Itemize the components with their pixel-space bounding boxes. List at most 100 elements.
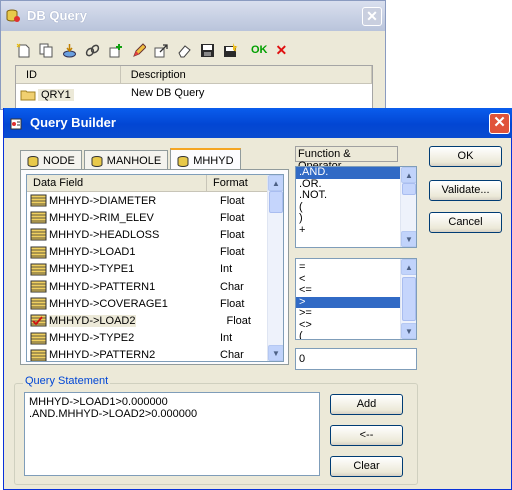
data-field-name: MHHYD->TYPE2 xyxy=(49,332,135,345)
data-field-name: MHHYD->COVERAGE1 xyxy=(49,297,168,310)
comparison-operator-item[interactable]: = xyxy=(296,262,400,274)
field-icon xyxy=(30,297,47,310)
scroll-up-button[interactable]: ▲ xyxy=(268,175,283,191)
cancel-toolbar-button[interactable]: ✕ xyxy=(276,42,288,59)
new-icon[interactable] xyxy=(15,42,32,59)
data-field-header: Data Field Format xyxy=(27,175,283,192)
scroll-thumb[interactable] xyxy=(269,191,283,213)
cancel-button[interactable]: Cancel xyxy=(429,212,502,233)
function-operator-item[interactable]: .AND. xyxy=(296,167,400,179)
query-statement-label: Query Statement xyxy=(23,375,111,387)
data-field-name: MHHYD->HEADLOSS xyxy=(49,228,160,241)
tab-panel: Data Field Format MHHYD->DIAMETER Float MH… xyxy=(20,169,289,365)
tab-manhole[interactable]: MANHOLE xyxy=(83,150,169,169)
field-icon xyxy=(30,246,47,259)
function-operator-item[interactable]: ) xyxy=(296,213,400,225)
query-builder-icon xyxy=(10,118,22,130)
scroll-thumb[interactable] xyxy=(402,183,416,195)
data-field-name: MHHYD->LOAD1 xyxy=(49,246,136,259)
table-row[interactable]: MHHYD->TYPE2 Int xyxy=(27,330,283,347)
query-id-text: QRY1 xyxy=(38,88,74,101)
db-query-window: DB Query ✕ OK ✕ ID Description QRY1 New … xyxy=(0,0,386,111)
table-row[interactable]: MHHYD->TYPE1 Int xyxy=(27,261,283,278)
scroll-up-button[interactable]: ▲ xyxy=(401,259,416,275)
column-header-description[interactable]: Description xyxy=(121,66,372,83)
table-row[interactable]: MHHYD->PATTERN2 Char xyxy=(27,347,283,362)
value-input[interactable]: 0 xyxy=(295,348,417,370)
data-field-format: Float xyxy=(220,194,245,207)
add-icon[interactable] xyxy=(107,42,124,59)
function-operator-item[interactable]: + xyxy=(296,224,400,237)
table-row[interactable]: MHHYD->PATTERN1 Char xyxy=(27,278,283,295)
list-item[interactable]: QRY1 New DB Query xyxy=(16,84,372,102)
database-icon xyxy=(27,155,39,167)
comparison-operator-item[interactable]: <> xyxy=(296,319,400,332)
copy-icon[interactable] xyxy=(38,42,55,59)
function-operator-item[interactable]: ( xyxy=(296,201,400,214)
query-list: ID Description QRY1 New DB Query xyxy=(15,65,373,111)
query-builder-close-button[interactable]: ✕ xyxy=(489,113,510,134)
function-operator-items: .AND. .OR. .NOT.() + xyxy=(296,167,416,236)
table-row[interactable]: MHHYD->LOAD2 Float xyxy=(27,312,283,329)
query-builder-window: Query Builder ✕ NODE MANHOLE MHHYD Data … xyxy=(3,108,512,490)
ok-button[interactable]: OK xyxy=(429,146,502,167)
data-field-scrollbar[interactable]: ▲ ▼ xyxy=(267,175,283,361)
data-field-name: MHHYD->RIM_ELEV xyxy=(49,211,154,224)
comparison-operator-item[interactable]: ( xyxy=(296,331,400,339)
validate-button[interactable]: Validate... xyxy=(429,180,502,201)
table-row[interactable]: MHHYD->DIAMETER Float xyxy=(27,192,283,209)
function-operator-label: Function & Operator xyxy=(295,146,398,172)
data-field-format: Float xyxy=(220,297,245,310)
db-query-close-button[interactable]: ✕ xyxy=(362,7,382,26)
scroll-down-button[interactable]: ▼ xyxy=(401,231,416,247)
data-field-format: Float xyxy=(220,246,245,259)
add-button[interactable]: Add xyxy=(330,394,403,415)
scroll-down-button[interactable]: ▼ xyxy=(268,345,283,361)
column-header-id[interactable]: ID xyxy=(16,66,121,83)
comparison-operator-items: = < <= > >= <>( xyxy=(296,259,416,339)
comparison-operator-item[interactable]: >= xyxy=(296,308,400,320)
field-icon xyxy=(30,263,47,276)
comparison-operator-list[interactable]: = < <= > >= <>( ▲ ▼ xyxy=(295,258,417,340)
tab-mhhyd[interactable]: MHHYD xyxy=(170,148,241,170)
data-field-format: Int xyxy=(220,332,233,345)
data-field-format: Char xyxy=(220,349,244,362)
database-icon xyxy=(91,155,103,167)
function-operator-item[interactable]: .NOT. xyxy=(296,190,400,202)
field-icon xyxy=(30,349,47,361)
database-icon xyxy=(177,155,189,167)
database-icon xyxy=(6,9,20,22)
data-field-name: MHHYD->PATTERN1 xyxy=(49,280,156,293)
link-icon[interactable] xyxy=(84,42,101,59)
ok-toolbar-button[interactable]: OK xyxy=(251,44,268,56)
save-all-icon[interactable] xyxy=(222,42,239,59)
scroll-up-button[interactable]: ▲ xyxy=(401,167,416,183)
query-builder-title-bar[interactable]: Query Builder ✕ xyxy=(4,108,512,138)
import-icon[interactable] xyxy=(61,42,78,59)
scroll-thumb[interactable] xyxy=(402,277,416,321)
data-field-format: Float xyxy=(220,211,245,224)
tab-node[interactable]: NODE xyxy=(20,150,82,169)
column-header-format[interactable]: Format xyxy=(207,175,269,191)
db-query-toolbar: OK ✕ xyxy=(15,41,287,59)
field-checked-icon xyxy=(30,314,47,327)
table-row[interactable]: MHHYD->LOAD1 Float xyxy=(27,244,283,261)
function-operator-scrollbar[interactable]: ▲ ▼ xyxy=(400,167,416,247)
db-query-title-bar[interactable]: DB Query ✕ xyxy=(1,1,385,31)
scroll-down-button[interactable]: ▼ xyxy=(401,323,416,339)
comparison-operator-item[interactable]: <= xyxy=(296,285,400,297)
edit-icon[interactable] xyxy=(130,42,147,59)
comparison-operator-scrollbar[interactable]: ▲ ▼ xyxy=(400,259,416,339)
query-statement-textarea[interactable]: MHHYD->LOAD1>0.000000 .AND.MHHYD->LOAD2>… xyxy=(24,392,320,476)
table-row[interactable]: MHHYD->COVERAGE1 Float xyxy=(27,295,283,312)
table-row[interactable]: MHHYD->RIM_ELEV Float xyxy=(27,209,283,226)
column-header-data-field[interactable]: Data Field xyxy=(27,175,207,191)
save-icon[interactable] xyxy=(199,42,216,59)
clear-button[interactable]: Clear xyxy=(330,456,403,477)
data-field-list[interactable]: Data Field Format MHHYD->DIAMETER Float MH… xyxy=(26,174,284,362)
remove-back-button[interactable]: <-- xyxy=(330,425,403,446)
table-row[interactable]: MHHYD->HEADLOSS Float xyxy=(27,226,283,243)
export-icon[interactable] xyxy=(153,42,170,59)
function-operator-list[interactable]: .AND. .OR. .NOT.() + ▲ ▼ xyxy=(295,166,417,248)
erase-icon[interactable] xyxy=(176,42,193,59)
